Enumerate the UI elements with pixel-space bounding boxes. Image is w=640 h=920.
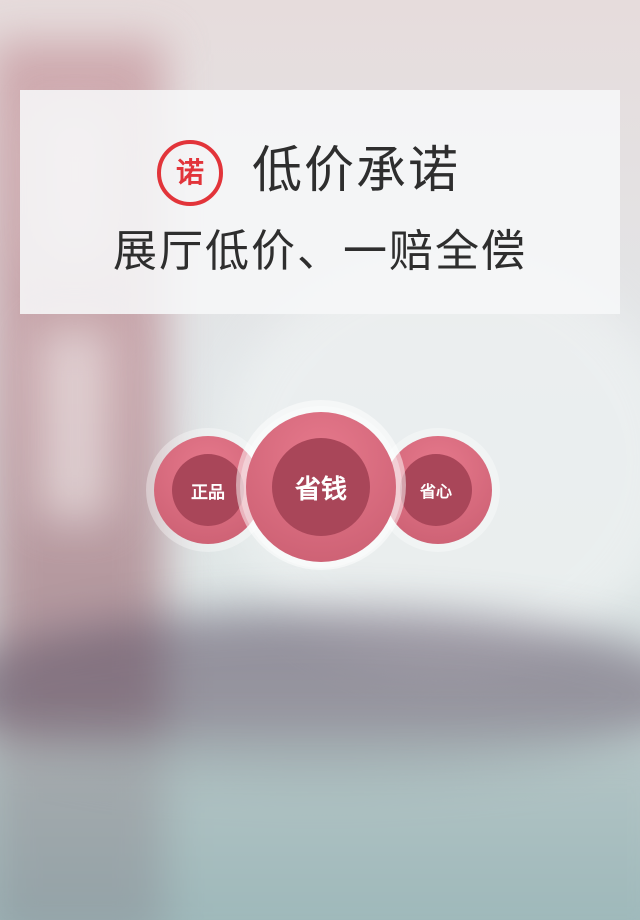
water-blur: [0, 740, 640, 920]
promise-panel: [20, 90, 620, 314]
worry-free-bubble-core[interactable]: 省心: [400, 454, 472, 526]
save-money-label: 省钱: [294, 474, 347, 505]
genuine-label: 正品: [191, 482, 225, 503]
promise-subtitle: 展厅低价、一赔全偿: [113, 226, 527, 277]
bridge-tower-highlight: [40, 330, 110, 520]
genuine-bubble-core[interactable]: 正品: [172, 454, 244, 526]
promise-seal-icon: 诺: [157, 140, 223, 206]
save-money-bubble-core[interactable]: 省钱: [272, 438, 370, 536]
worry-free-label: 省心: [419, 482, 452, 501]
promise-title: 低价承诺: [252, 141, 460, 199]
seal-character: 诺: [175, 156, 204, 189]
